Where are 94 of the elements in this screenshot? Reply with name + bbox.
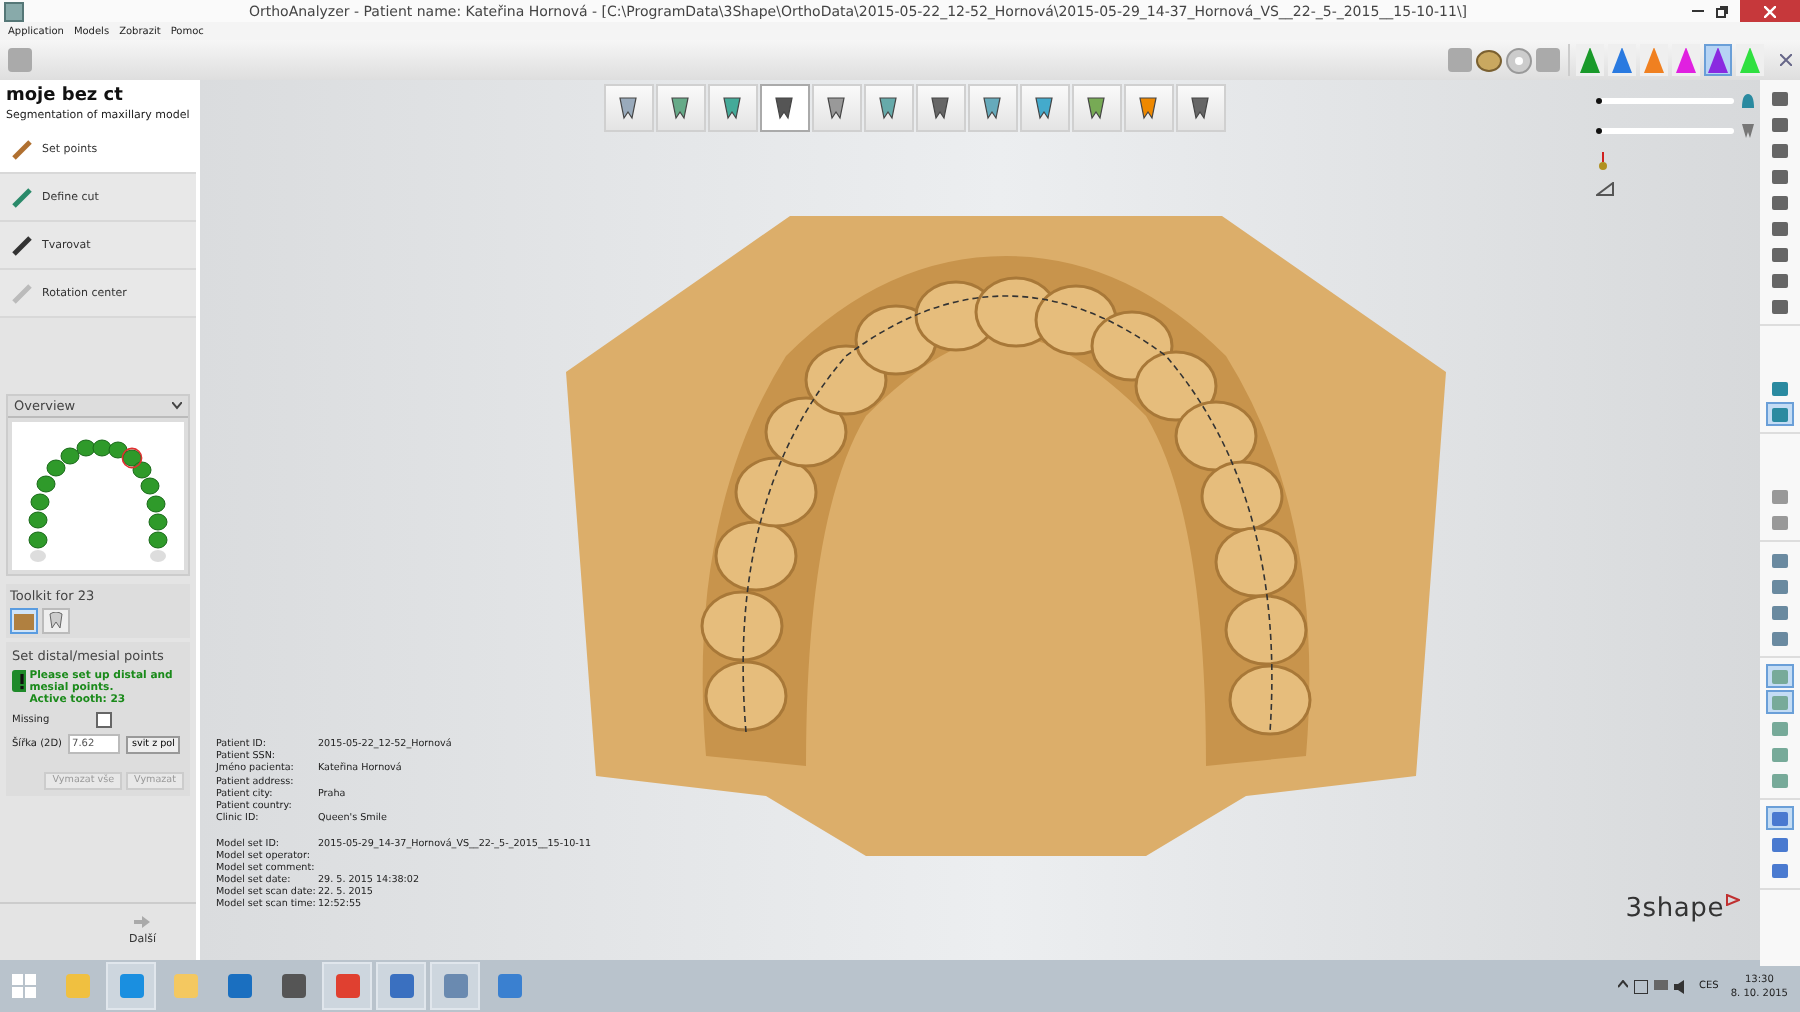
view-tool-button[interactable] (1766, 484, 1794, 508)
tool-icon (1030, 94, 1058, 122)
slider-thumb[interactable] (1596, 98, 1602, 104)
tool-button[interactable] (759, 84, 809, 132)
tool-icon (978, 94, 1006, 122)
tooth-block-icon (14, 613, 34, 629)
tool-button[interactable] (1123, 84, 1173, 132)
view-tool-button[interactable] (1766, 112, 1794, 136)
view-tool-button[interactable] (1766, 376, 1794, 400)
chevron-icon[interactable] (172, 402, 182, 410)
tool-icon (614, 94, 642, 122)
tool-button[interactable] (967, 84, 1017, 132)
checkbox[interactable] (95, 712, 112, 729)
app-icon (279, 972, 307, 1000)
speaker-icon[interactable] (1673, 979, 1688, 993)
tool-button[interactable] (863, 84, 913, 132)
view-tool-button[interactable] (1766, 742, 1794, 766)
view-tool-button[interactable] (1766, 510, 1794, 534)
minimize-icon[interactable] (1692, 9, 1704, 13)
taskbar-app[interactable] (430, 962, 480, 1010)
tool-button[interactable] (1019, 84, 1069, 132)
tool-button[interactable] (1175, 84, 1225, 132)
view-tool-button[interactable] (1766, 402, 1794, 426)
step-icon (10, 137, 34, 161)
arrow-icon (134, 916, 151, 928)
app-icon (63, 972, 91, 1000)
app-icon (171, 972, 199, 1000)
disc-icon[interactable] (1506, 47, 1532, 73)
tool-icon (666, 94, 694, 122)
view-tool-button[interactable] (1766, 548, 1794, 572)
app-icon (225, 972, 253, 1000)
toolkit-button[interactable] (10, 608, 38, 634)
app-icon (495, 972, 523, 1000)
view-tool-button[interactable] (1766, 716, 1794, 740)
app-icon (4, 1, 24, 21)
tool-button[interactable] (603, 84, 653, 132)
tool-button[interactable] (1071, 84, 1121, 132)
tool-icon (718, 94, 746, 122)
tool-icon (822, 94, 850, 122)
view-tool-button[interactable] (1766, 294, 1794, 318)
app-icon (441, 972, 469, 1000)
project-title: moje bez ct (6, 86, 125, 106)
tool-button[interactable] (811, 84, 861, 132)
view-tool-button[interactable] (1766, 858, 1794, 882)
view-tool-button[interactable] (1766, 574, 1794, 598)
app-icon (387, 972, 415, 1000)
step-icon (10, 281, 34, 305)
windows-start-icon[interactable] (12, 974, 36, 998)
view-tool-button[interactable] (1766, 832, 1794, 856)
view-tool-button[interactable] (1766, 806, 1794, 830)
tool-button[interactable] (707, 84, 757, 132)
opacity-slider[interactable] (1596, 98, 1734, 104)
tool-icon (1134, 94, 1162, 122)
tool-icon (770, 94, 798, 122)
tool-icon (926, 94, 954, 122)
opacity-slider[interactable] (1596, 128, 1734, 134)
app-icon (117, 972, 145, 1000)
logo-text: 3shape (1625, 894, 1724, 924)
close-icon (1764, 5, 1776, 17)
tool-icon (874, 94, 902, 122)
view-tool-button[interactable] (1766, 138, 1794, 162)
close-icon[interactable] (1780, 54, 1792, 66)
caret-icon[interactable] (1617, 979, 1628, 987)
view-tool-button[interactable] (1766, 626, 1794, 650)
triangle-icon[interactable] (1596, 182, 1614, 196)
tool-icon (1082, 94, 1110, 122)
jaw-icon[interactable] (1476, 47, 1502, 73)
tool-button[interactable] (915, 84, 965, 132)
view-tool-button[interactable] (1766, 242, 1794, 266)
toolkit-button[interactable] (42, 608, 70, 634)
view-tool-button[interactable] (1766, 600, 1794, 624)
network-icon[interactable] (1653, 979, 1668, 993)
view-tool-button[interactable] (1766, 164, 1794, 188)
view-tool-button[interactable] (1766, 216, 1794, 240)
triangle-logo-icon (1726, 894, 1740, 906)
exclamation-icon (12, 670, 26, 692)
slider-thumb[interactable] (1596, 128, 1602, 134)
step-icon (10, 185, 34, 209)
close-button[interactable] (1740, 0, 1800, 22)
restore-icon[interactable] (1716, 5, 1728, 17)
tool-button[interactable] (655, 84, 705, 132)
taskbar-app[interactable] (376, 962, 426, 1010)
toolbar-button[interactable] (1536, 47, 1560, 71)
view-tool-button[interactable] (1766, 268, 1794, 292)
pin-icon[interactable] (1596, 152, 1610, 170)
tooth-icon (48, 612, 64, 630)
view-tool-button[interactable] (1766, 768, 1794, 792)
tool-icon (1186, 94, 1214, 122)
view-tool-button[interactable] (1766, 86, 1794, 110)
taskbar-app[interactable] (322, 962, 372, 1010)
taskbar-app[interactable] (106, 962, 156, 1010)
view-tool-button[interactable] (1766, 190, 1794, 214)
app-icon (333, 972, 361, 1000)
step-icon (10, 233, 34, 257)
